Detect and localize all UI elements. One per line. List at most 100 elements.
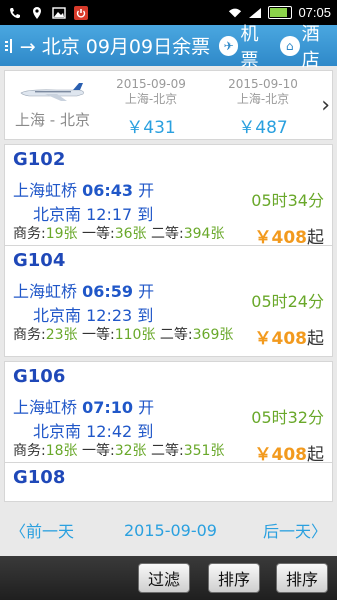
train-card[interactable]: G106 上海虹桥 07:10 开 北京南 12:42 到 05时32分 商务:… bbox=[4, 361, 333, 473]
departure-station: 上海虹桥 bbox=[13, 181, 78, 200]
duration: 05时24分 bbox=[251, 292, 324, 311]
seat-biz-count: 23张 bbox=[45, 327, 78, 343]
price-suffix: 起 bbox=[307, 329, 324, 349]
location-icon bbox=[30, 6, 44, 20]
seat-first-label: 一等: bbox=[82, 226, 115, 242]
hotel-tab-button[interactable]: ⌂ 酒店 bbox=[279, 20, 337, 72]
departure-time: 06:43 bbox=[82, 181, 134, 200]
arrival: 北京南 12:23 到 bbox=[33, 302, 153, 326]
seat-biz-label: 商务: bbox=[13, 327, 46, 343]
duration: 05时32分 bbox=[251, 408, 324, 427]
seat-availability: 商务:18张 一等:32张 二等:351张 bbox=[13, 442, 253, 460]
menu-icon[interactable] bbox=[2, 25, 18, 66]
arrival-time: 12:42 bbox=[86, 422, 133, 441]
strip-route: 上海 - 北京 bbox=[15, 111, 90, 129]
train-card[interactable]: G102 上海虹桥 06:43 开 北京南 12:17 到 05时34分 商务:… bbox=[4, 144, 333, 256]
departure: 上海虹桥 07:10 开 bbox=[13, 394, 154, 418]
current-date[interactable]: 2015-09-09 bbox=[124, 521, 217, 540]
wifi-icon bbox=[228, 6, 242, 20]
arrival: 北京南 12:17 到 bbox=[33, 201, 153, 225]
arrival-station: 北京南 bbox=[33, 205, 82, 224]
seat-second-count: 369张 bbox=[192, 327, 234, 343]
prev-day-label: 前一天 bbox=[26, 522, 75, 541]
price-item-price: ￥487 bbox=[238, 118, 288, 138]
departure-suffix: 开 bbox=[138, 398, 155, 417]
chevron-right-icon[interactable]: › bbox=[321, 93, 330, 118]
seat-biz-label: 商务: bbox=[13, 226, 46, 242]
seat-second-label: 二等: bbox=[151, 443, 184, 459]
arrival: 北京南 12:42 到 bbox=[33, 418, 153, 442]
train-card[interactable]: G104 上海虹桥 06:59 开 北京南 12:23 到 05时24分 商务:… bbox=[4, 245, 333, 357]
train-price: ￥408起 bbox=[255, 324, 325, 349]
departure-station: 上海虹桥 bbox=[13, 398, 78, 417]
airplane-icon: ✈ bbox=[218, 35, 239, 56]
seat-biz-label: 商务: bbox=[13, 443, 46, 459]
price-amount: 408 bbox=[271, 329, 308, 349]
header-bar: → 北京 09月09日余票 ✈ 机票 ⌂ 酒店 bbox=[0, 24, 337, 71]
price-item-route: 上海-北京 bbox=[236, 92, 290, 106]
next-day-button[interactable]: 后一天〉 bbox=[263, 518, 327, 542]
price-symbol: ￥ bbox=[254, 329, 272, 349]
prev-day-button[interactable]: 〈前一天 bbox=[10, 518, 74, 542]
arrival-time: 12:17 bbox=[86, 205, 133, 224]
departure-station: 上海虹桥 bbox=[13, 282, 78, 301]
price-item-date: 2015-09-10 bbox=[228, 77, 298, 91]
airplane-image bbox=[20, 83, 84, 101]
flight-price-strip[interactable]: 上海 - 北京 2015-09-09 上海-北京 ￥431 2015-09-10… bbox=[4, 70, 333, 140]
seat-biz-count: 18张 bbox=[45, 443, 78, 459]
filter-button[interactable]: 过滤 bbox=[138, 563, 190, 593]
sort-button-2[interactable]: 排序 bbox=[276, 563, 328, 593]
departure-suffix: 开 bbox=[138, 181, 155, 200]
price-item-1[interactable]: 2015-09-09 上海-北京 ￥431 bbox=[101, 77, 201, 138]
price-item-date: 2015-09-09 bbox=[116, 77, 186, 91]
train-number: G104 bbox=[13, 250, 66, 271]
departure: 上海虹桥 06:59 开 bbox=[13, 278, 154, 302]
duration: 05时34分 bbox=[251, 191, 324, 210]
seat-second-label: 二等: bbox=[151, 226, 184, 242]
train-number: G102 bbox=[13, 149, 66, 170]
chevron-right-icon: 〉 bbox=[310, 522, 327, 541]
departure: 上海虹桥 06:43 开 bbox=[13, 177, 154, 201]
seat-second-count: 351张 bbox=[183, 443, 225, 459]
next-day-label: 后一天 bbox=[262, 522, 311, 541]
seat-first-count: 110张 bbox=[114, 327, 156, 343]
arrival-station: 北京南 bbox=[33, 306, 82, 325]
battery-icon bbox=[268, 6, 293, 19]
arrival-suffix: 到 bbox=[137, 422, 154, 441]
train-number: G106 bbox=[13, 366, 66, 387]
status-right-icons: 07:05 bbox=[228, 5, 337, 20]
status-left-icons bbox=[0, 5, 88, 20]
status-time: 07:05 bbox=[298, 5, 331, 20]
power-icon bbox=[74, 5, 88, 20]
seat-second-label: 二等: bbox=[159, 327, 193, 343]
price-item-route: 上海-北京 bbox=[124, 92, 178, 106]
sort-button[interactable]: 排序 bbox=[208, 563, 260, 593]
train-number: G108 bbox=[13, 467, 66, 488]
signal-icon bbox=[248, 6, 262, 20]
arrival-time: 12:23 bbox=[86, 306, 133, 325]
seat-availability: 商务:19张 一等:36张 二等:394张 bbox=[13, 225, 253, 243]
hotel-icon: ⌂ bbox=[279, 35, 300, 56]
hotel-tab-label: 酒店 bbox=[301, 23, 320, 71]
bottom-toolbar: 过滤 排序 排序 bbox=[0, 556, 337, 600]
price-item-2[interactable]: 2015-09-10 上海-北京 ￥487 bbox=[213, 77, 313, 138]
departure-time: 07:10 bbox=[82, 398, 134, 417]
arrival-suffix: 到 bbox=[137, 205, 154, 224]
seat-first-count: 36张 bbox=[114, 226, 147, 242]
train-card[interactable]: G108 bbox=[4, 462, 333, 502]
flight-tab-button[interactable]: ✈ 机票 bbox=[218, 20, 276, 72]
departure-time: 06:59 bbox=[82, 282, 134, 301]
arrival-station: 北京南 bbox=[33, 422, 82, 441]
seat-biz-count: 19张 bbox=[45, 226, 78, 242]
seat-first-count: 32张 bbox=[114, 443, 147, 459]
chevron-left-icon: 〈 bbox=[10, 522, 27, 541]
price-item-price: ￥431 bbox=[126, 118, 176, 138]
arrival-suffix: 到 bbox=[137, 306, 154, 325]
seat-availability: 商务:23张 一等:110张 二等:369张 bbox=[13, 326, 253, 344]
seat-first-label: 一等: bbox=[82, 327, 115, 343]
date-navigation: 〈前一天 2015-09-09 后一天〉 bbox=[0, 510, 337, 550]
seat-second-count: 394张 bbox=[183, 226, 225, 242]
seat-first-label: 一等: bbox=[82, 443, 115, 459]
departure-suffix: 开 bbox=[138, 282, 155, 301]
flight-tab-label: 机票 bbox=[240, 23, 259, 71]
